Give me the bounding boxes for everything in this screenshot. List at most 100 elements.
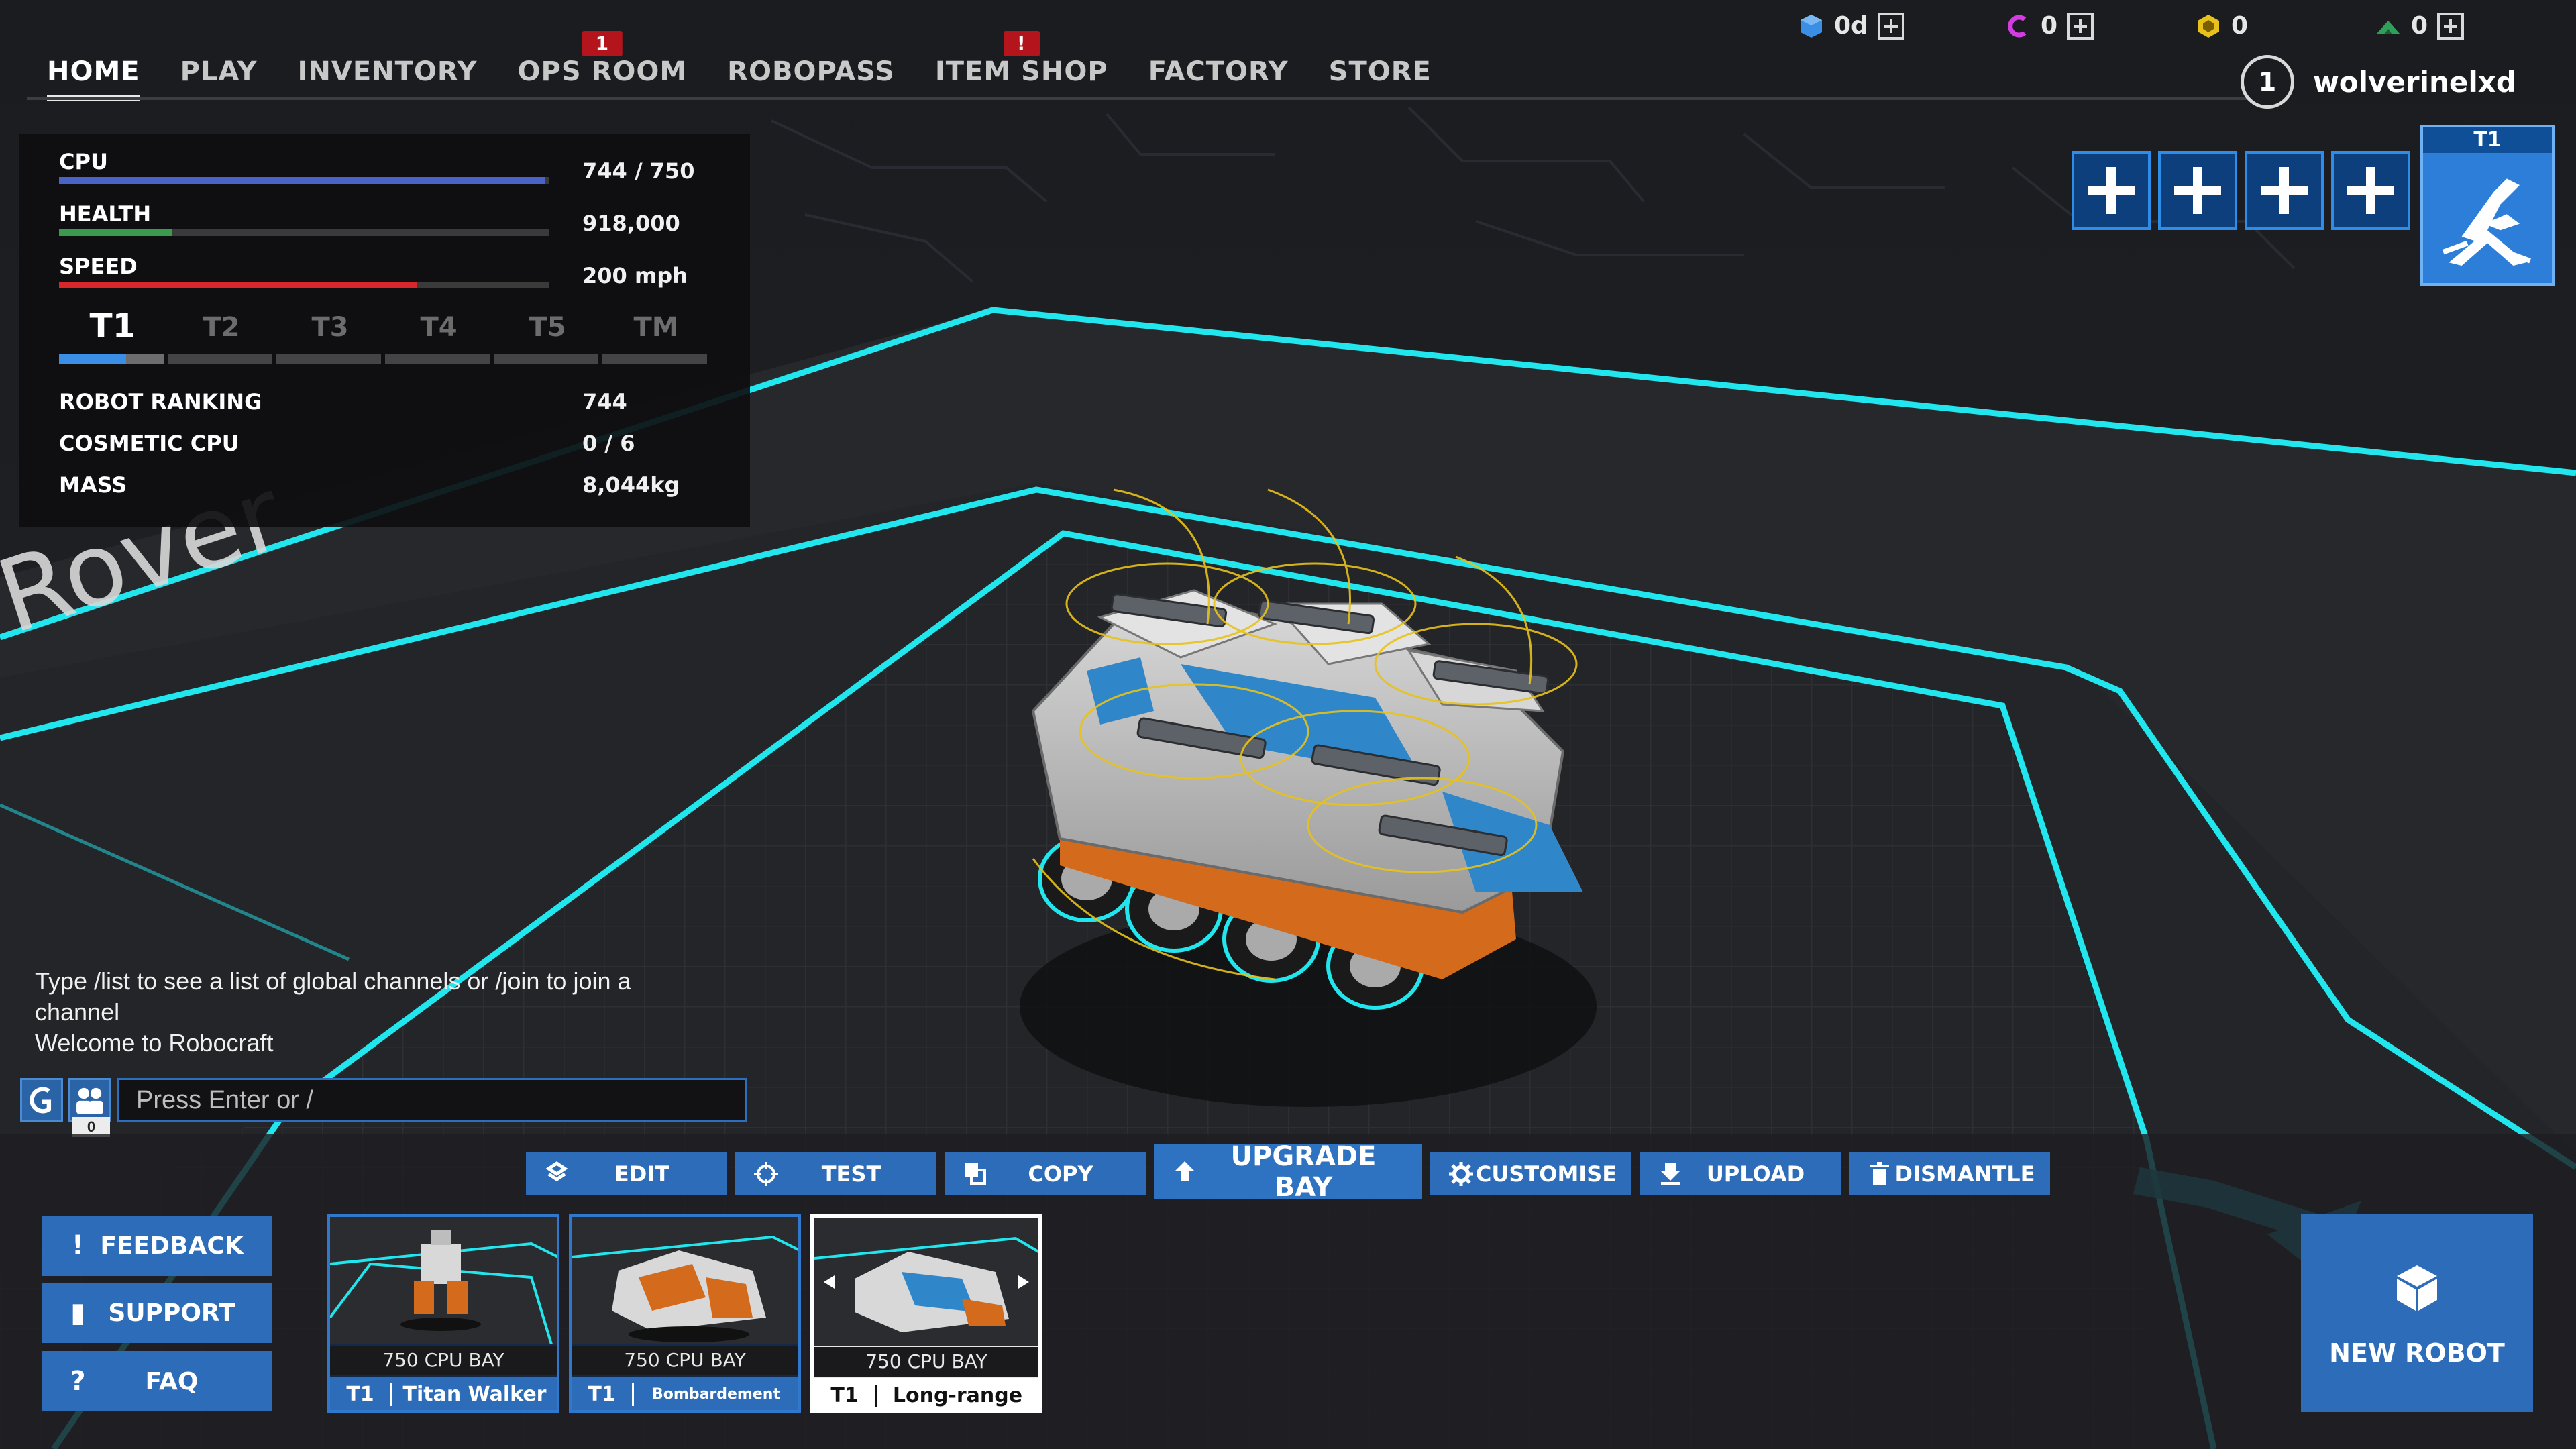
tier-t1[interactable]: T1 (59, 307, 166, 345)
party-icon[interactable] (68, 1078, 111, 1122)
feedback-button[interactable]: ! FEEDBACK (42, 1216, 272, 1276)
button-label: EDIT (614, 1161, 670, 1187)
cosmetic-cpu-label: COSMETIC CPU (59, 431, 239, 456)
tab-home[interactable]: HOME (27, 47, 160, 101)
button-label: DISMANTLE (1894, 1161, 2035, 1187)
tier-t2[interactable]: T2 (168, 312, 275, 343)
tab-play[interactable]: PLAY (160, 47, 278, 101)
chat-input[interactable] (117, 1078, 747, 1122)
robot-card-bombardement-hover[interactable]: 750 CPU BAY T1 Bombardement Hover (569, 1214, 801, 1413)
add-slot-button-1[interactable] (2072, 151, 2151, 230)
currency-garage: 0 (2375, 12, 2465, 40)
dismantle-button[interactable]: DISMANTLE (1849, 1152, 2050, 1195)
cosmetic-cpu-value: 0 / 6 (582, 431, 635, 456)
tier-bar-t5 (494, 354, 598, 364)
currency-cubes: 0d (1798, 12, 1904, 40)
copy-button[interactable]: COPY (945, 1152, 1146, 1195)
user-profile[interactable]: 1 wolverinelxd (2241, 55, 2516, 109)
support-button[interactable]: ▮ SUPPORT (42, 1283, 272, 1343)
upgrade-bay-button[interactable]: UPGRADE BAY (1154, 1141, 1422, 1203)
cube-icon (2397, 1265, 2437, 1311)
edit-button[interactable]: EDIT (526, 1152, 727, 1195)
health-label: HEALTH (59, 201, 152, 227)
plus-icon (2088, 167, 2135, 214)
tab-label: OPS ROOM (517, 56, 688, 87)
channel-icon[interactable] (20, 1078, 63, 1122)
add-slot-button-2[interactable] (2158, 151, 2237, 230)
new-robot-button[interactable]: NEW ROBOT (2301, 1214, 2533, 1412)
tab-ops-room[interactable]: 1 OPS ROOM (498, 31, 708, 101)
tab-label: FACTORY (1148, 56, 1289, 87)
new-robot-label: NEW ROBOT (2329, 1338, 2505, 1368)
robot-name-bar: T1 Bombardement Hover (572, 1377, 798, 1410)
cpu-label: CPU (59, 149, 108, 174)
cpu-bar (59, 177, 549, 184)
tier-t4[interactable]: T4 (385, 312, 492, 343)
tab-label: ROBOPASS (727, 56, 895, 87)
robot-bay-label: 750 CPU BAY (572, 1346, 798, 1375)
add-currency-button[interactable] (2437, 12, 2465, 40)
tab-store[interactable]: STORE (1309, 47, 1452, 101)
health-bar (59, 229, 549, 236)
edit-icon (545, 1161, 568, 1182)
exclamation-icon: ! (71, 1230, 85, 1261)
speed-bar-fill (59, 282, 417, 288)
robot-ranking-label: ROBOT RANKING (59, 389, 262, 415)
player-level: 1 (2241, 55, 2294, 109)
add-slot-button-3[interactable] (2245, 151, 2324, 230)
add-slot-button-4[interactable] (2331, 151, 2410, 230)
crosshair-icon (754, 1162, 778, 1186)
add-currency-button[interactable] (1877, 12, 1904, 40)
robot-bay-label: 750 CPU BAY (330, 1346, 557, 1375)
robot-thumbnail (814, 1218, 1038, 1346)
currency-cosmetic: 0 (2004, 12, 2094, 40)
robot-card-long-range-rover[interactable]: 750 CPU BAY T1 Long-range Rover (810, 1214, 1042, 1413)
question-icon: ? (70, 1366, 86, 1397)
upload-button[interactable]: UPLOAD (1640, 1152, 1841, 1195)
chat-message: Welcome to Robocraft (35, 1029, 274, 1057)
notification-badge: ! (1003, 31, 1040, 56)
currency-value: 0 (2411, 12, 2428, 40)
download-icon (1661, 1163, 1680, 1185)
tier-t3[interactable]: T3 (276, 312, 384, 343)
robot-thumbnail (572, 1217, 798, 1344)
tab-inventory[interactable]: INVENTORY (278, 47, 498, 101)
tab-robopass[interactable]: ROBOPASS (707, 47, 915, 101)
mass-value: 8,044kg (582, 472, 680, 498)
cpu-value: 744 / 750 (582, 158, 695, 184)
health-value: 918,000 (582, 211, 680, 236)
robot-tier-badge: T1 (2420, 125, 2555, 286)
cosmetic-credit-icon (2008, 15, 2027, 37)
add-currency-button[interactable] (2067, 12, 2094, 40)
button-label: SUPPORT (108, 1299, 235, 1327)
currency-value: 0d (1834, 12, 1868, 40)
cube-icon (1801, 14, 1822, 38)
tier-bar-tm (602, 354, 707, 364)
mass-label: MASS (59, 472, 127, 498)
speed-bar (59, 282, 549, 288)
customise-button[interactable]: CUSTOMISE (1430, 1152, 1631, 1195)
button-label: CUSTOMISE (1475, 1161, 1617, 1187)
button-label: UPGRADE BAY (1230, 1141, 1377, 1203)
tab-factory[interactable]: FACTORY (1128, 47, 1309, 101)
tab-label: INVENTORY (297, 56, 478, 87)
chat-input-row (20, 1077, 747, 1124)
tier-bar-t2 (168, 354, 272, 364)
button-label: UPLOAD (1706, 1161, 1805, 1187)
tier-tm[interactable]: TM (602, 312, 710, 343)
tier-badge-label: T1 (2423, 127, 2552, 153)
faq-button[interactable]: ? FAQ (42, 1351, 272, 1411)
plus-icon (2174, 167, 2221, 214)
tier-selector: T1 T2 T3 T4 T5 TM (59, 307, 710, 366)
robot-thumbnail (330, 1217, 557, 1344)
test-button[interactable]: TEST (735, 1152, 936, 1195)
robot-bay-label: 750 CPU BAY (814, 1347, 1038, 1377)
robot-ranking-value: 744 (582, 389, 627, 415)
button-label: FEEDBACK (100, 1232, 244, 1260)
robot-emblem-icon (2442, 178, 2531, 266)
tab-label: STORE (1328, 56, 1432, 87)
chat-log: Type /list to see a list of global chann… (35, 966, 679, 1059)
tab-item-shop[interactable]: ! ITEM SHOP (915, 31, 1128, 101)
robot-card-titan-walker[interactable]: 750 CPU BAY T1 Titan Walker (327, 1214, 559, 1413)
tier-t5[interactable]: T5 (494, 312, 601, 343)
